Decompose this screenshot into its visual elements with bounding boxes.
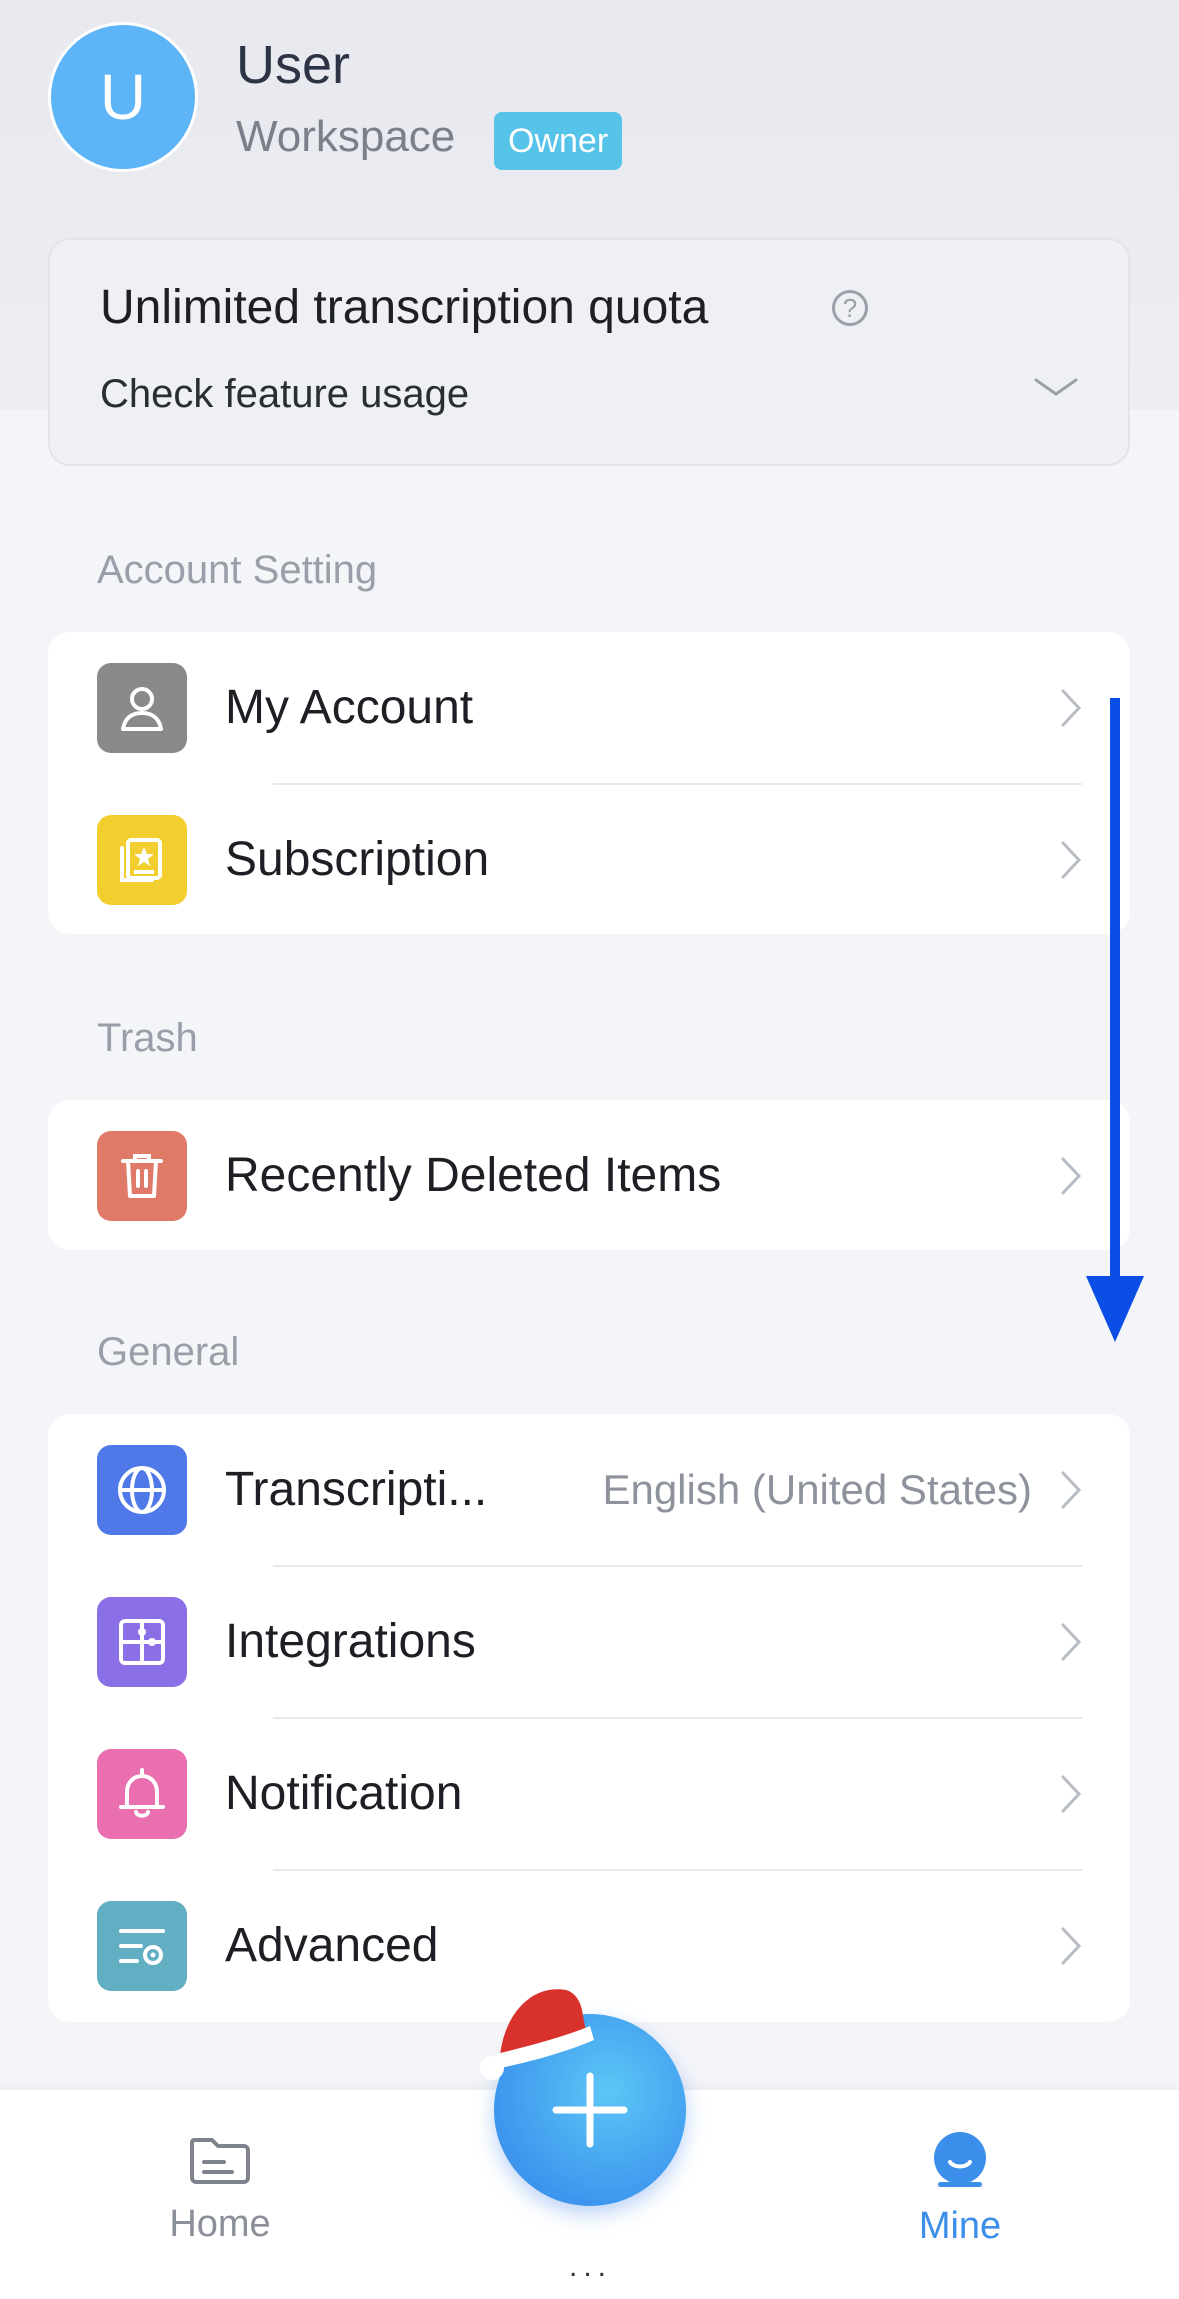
globe-icon: [97, 1445, 187, 1535]
user-icon: [97, 663, 187, 753]
recently-deleted-row[interactable]: Recently Deleted Items: [48, 1100, 1130, 1252]
chevron-right-icon: [1061, 1775, 1082, 1813]
scroll-down-arrow-icon: [1086, 698, 1144, 1342]
subscription-icon: [97, 815, 187, 905]
chevron-right-icon: [1061, 689, 1082, 727]
settings-sliders-icon: [97, 1901, 187, 1991]
subscription-row[interactable]: Subscription: [48, 784, 1130, 936]
transcription-language-value: English (United States): [602, 1466, 1032, 1513]
transcription-label: Transcripti...: [225, 1463, 488, 1516]
section-label-account: Account Setting: [97, 548, 378, 592]
general-card: Transcripti... English (United States) I…: [48, 1414, 1130, 2022]
avatar-letter: U: [99, 61, 147, 133]
subscription-label: Subscription: [225, 833, 490, 886]
my-account-row[interactable]: My Account: [48, 632, 1130, 784]
puzzle-icon: [97, 1597, 187, 1687]
santa-hat-icon: [480, 1989, 594, 2080]
section-label-trash: Trash: [97, 1016, 198, 1060]
chevron-right-icon: [1061, 1471, 1082, 1509]
account-card: My Account Subscription: [48, 632, 1130, 934]
chevron-right-icon: [1061, 1623, 1082, 1661]
folder-icon: [190, 2138, 250, 2184]
fab-indicator: ...: [569, 2250, 613, 2283]
my-account-label: My Account: [225, 681, 474, 734]
user-name: User: [236, 35, 351, 95]
chevron-right-icon: [1061, 1927, 1082, 1965]
integrations-row[interactable]: Integrations: [48, 1566, 1130, 1718]
chevron-right-icon: [1061, 1157, 1082, 1195]
chevron-down-icon[interactable]: [1032, 374, 1080, 402]
notification-label: Notification: [225, 1767, 463, 1820]
help-icon[interactable]: ?: [832, 290, 868, 326]
chevron-right-icon: [1061, 841, 1082, 879]
recently-deleted-label: Recently Deleted Items: [225, 1149, 722, 1202]
avatar[interactable]: U: [48, 22, 198, 172]
transcription-language-row[interactable]: Transcripti... English (United States): [48, 1414, 1130, 1566]
quota-card[interactable]: Unlimited transcription quota ? Check fe…: [48, 238, 1130, 466]
quota-title: Unlimited transcription quota: [100, 281, 709, 334]
role-badge: Owner: [494, 112, 623, 170]
trash-card: Recently Deleted Items: [48, 1100, 1130, 1250]
bell-icon: [97, 1749, 187, 1839]
section-label-general: General: [97, 1330, 240, 1374]
notification-row[interactable]: Notification: [48, 1718, 1130, 1870]
advanced-label: Advanced: [225, 1919, 439, 1972]
nav-home-label: Home: [169, 2203, 271, 2245]
integrations-label: Integrations: [225, 1615, 476, 1668]
trash-icon: [97, 1131, 187, 1221]
check-feature-usage: Check feature usage: [100, 372, 470, 416]
workspace-name: Workspace: [236, 112, 456, 161]
profile-face-icon: [934, 2132, 986, 2187]
nav-mine-label: Mine: [918, 2205, 1002, 2247]
nav-home[interactable]: Home: [130, 2130, 310, 2246]
nav-mine[interactable]: Mine: [870, 2130, 1050, 2248]
